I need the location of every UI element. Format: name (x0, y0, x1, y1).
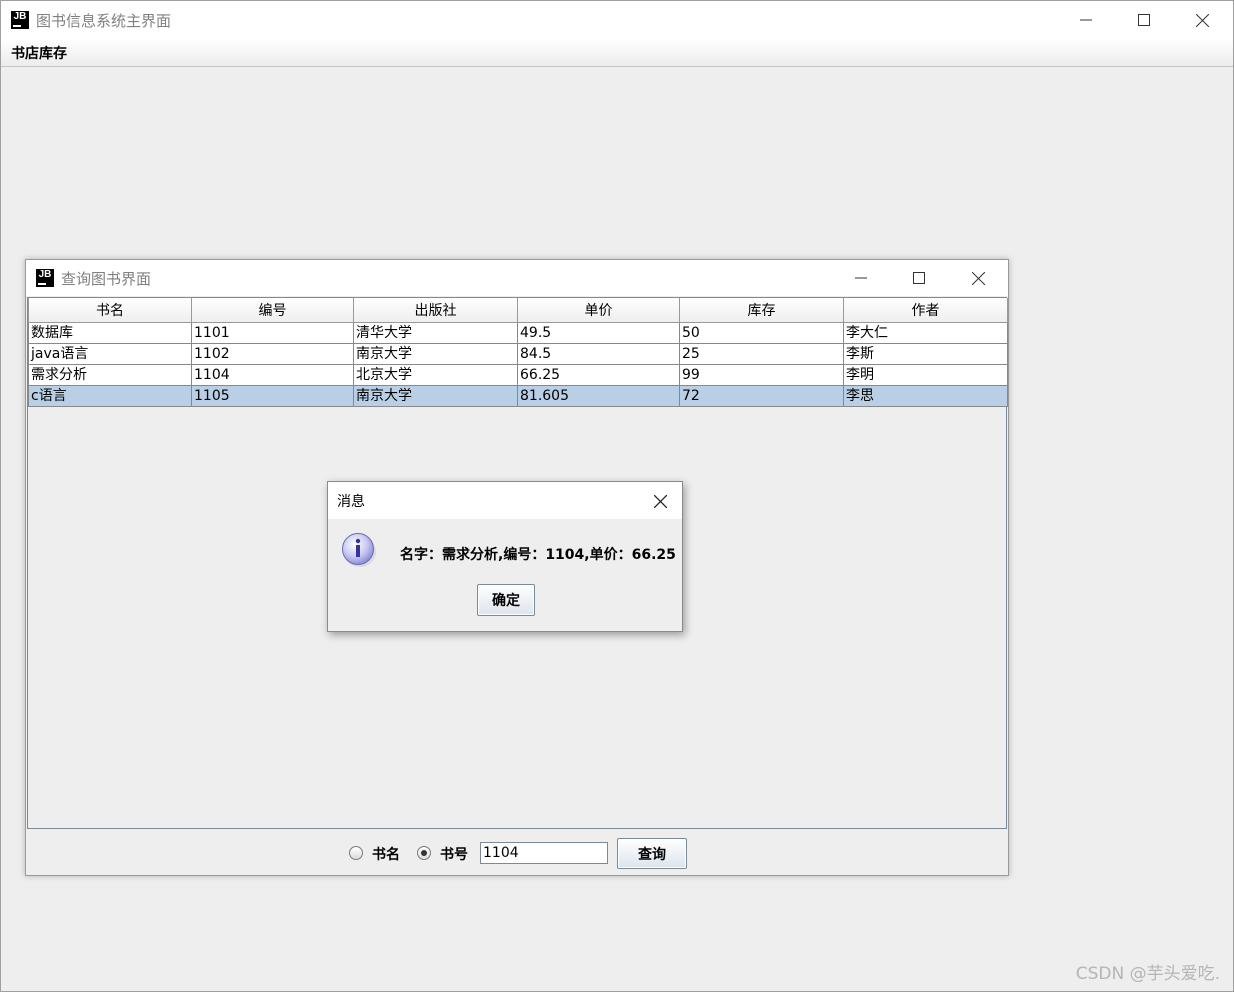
table-cell[interactable]: 1102 (191, 342, 354, 365)
jb-logo-icon: JB (11, 11, 29, 29)
table-cell[interactable]: 50 (679, 321, 844, 344)
table-cell[interactable]: 数据库 (28, 321, 192, 344)
menu-bar: 书店库存 (1, 39, 1233, 67)
table-cell[interactable]: 需求分析 (28, 363, 192, 386)
maximize-icon (1138, 14, 1150, 26)
minimize-icon (855, 277, 867, 279)
table-cell[interactable]: 99 (679, 363, 844, 386)
maximize-button[interactable] (1121, 5, 1167, 35)
radio-search-by-id[interactable] (417, 846, 431, 860)
table-cell[interactable]: 李大仁 (843, 321, 1008, 344)
jb-logo-icon: JB (36, 269, 54, 287)
table-cell[interactable]: 72 (679, 384, 844, 407)
radio-search-by-name[interactable] (349, 846, 363, 860)
query-button[interactable]: 查询 (617, 838, 687, 869)
radio-id-label[interactable]: 书号 (440, 844, 468, 864)
search-input[interactable] (480, 842, 608, 864)
close-button[interactable] (1179, 5, 1225, 35)
table-cell[interactable]: 1104 (191, 363, 354, 386)
table-cell[interactable]: 清华大学 (353, 321, 518, 344)
info-icon (342, 533, 376, 567)
table-cell[interactable]: 84.5 (517, 342, 680, 365)
table-cell[interactable]: 49.5 (517, 321, 680, 344)
table-cell[interactable]: 25 (679, 342, 844, 365)
table-header: 书名 编号 出版社 单价 库存 作者 (28, 298, 1008, 323)
watermark: CSDN @芋头爱吃. (1075, 964, 1220, 984)
column-header-id[interactable]: 编号 (191, 298, 354, 323)
table-cell[interactable]: 1105 (191, 384, 354, 407)
minimize-button[interactable] (1063, 5, 1109, 35)
table-cell[interactable]: java语言 (28, 342, 192, 365)
dialog-close-button[interactable] (637, 486, 683, 516)
column-header-price[interactable]: 单价 (517, 298, 680, 323)
close-icon (653, 494, 667, 508)
query-close-button[interactable] (955, 263, 1001, 293)
table-cell[interactable]: 北京大学 (353, 363, 518, 386)
book-table[interactable]: 书名 编号 出版社 单价 库存 作者 数据库 1101 清华大学 49.5 50… (28, 298, 1008, 407)
main-window-title: 图书信息系统主界面 (36, 11, 172, 30)
close-icon (1195, 13, 1209, 27)
table-row-selected[interactable]: c语言 1105 南京大学 81.605 72 李思 (28, 384, 1008, 407)
column-header-author[interactable]: 作者 (843, 298, 1008, 323)
query-minimize-button[interactable] (838, 263, 884, 293)
table-cell[interactable]: 1101 (191, 321, 354, 344)
table-cell[interactable]: 南京大学 (353, 342, 518, 365)
table-cell[interactable]: 李斯 (843, 342, 1008, 365)
column-header-stock[interactable]: 库存 (679, 298, 844, 323)
search-bar: 书名 书号 查询 (26, 829, 1008, 875)
column-header-publisher[interactable]: 出版社 (353, 298, 518, 323)
table-cell[interactable]: 81.605 (517, 384, 680, 407)
radio-selected-dot (421, 850, 427, 856)
dialog-title-bar[interactable]: 消息 (328, 482, 682, 519)
maximize-icon (913, 272, 925, 284)
table-cell[interactable]: 南京大学 (353, 384, 518, 407)
table-cell[interactable]: 李明 (843, 363, 1008, 386)
table-row[interactable]: 数据库 1101 清华大学 49.5 50 李大仁 (28, 321, 1008, 344)
close-icon (971, 271, 985, 285)
table-cell[interactable]: 66.25 (517, 363, 680, 386)
radio-name-label[interactable]: 书名 (372, 844, 400, 864)
table-row[interactable]: java语言 1102 南京大学 84.5 25 李斯 (28, 342, 1008, 365)
message-dialog: 消息 名字：需求分析,编号：1104,单价：66.25 确定 (327, 481, 683, 632)
minimize-icon (1080, 19, 1092, 21)
dialog-title: 消息 (337, 493, 365, 510)
query-maximize-button[interactable] (896, 263, 942, 293)
column-header-title[interactable]: 书名 (28, 298, 192, 323)
query-window-title: 查询图书界面 (61, 269, 152, 288)
table-row[interactable]: 需求分析 1104 北京大学 66.25 99 李明 (28, 363, 1008, 386)
ok-button[interactable]: 确定 (477, 584, 535, 616)
menu-bookstore-inventory[interactable]: 书店库存 (11, 43, 67, 63)
table-cell[interactable]: c语言 (28, 384, 192, 407)
table-cell[interactable]: 李思 (843, 384, 1008, 407)
main-title-bar[interactable]: JB 图书信息系统主界面 (1, 1, 1233, 39)
query-title-bar[interactable]: JB 查询图书界面 (26, 260, 1008, 296)
dialog-message: 名字：需求分析,编号：1104,单价：66.25 (400, 547, 676, 563)
